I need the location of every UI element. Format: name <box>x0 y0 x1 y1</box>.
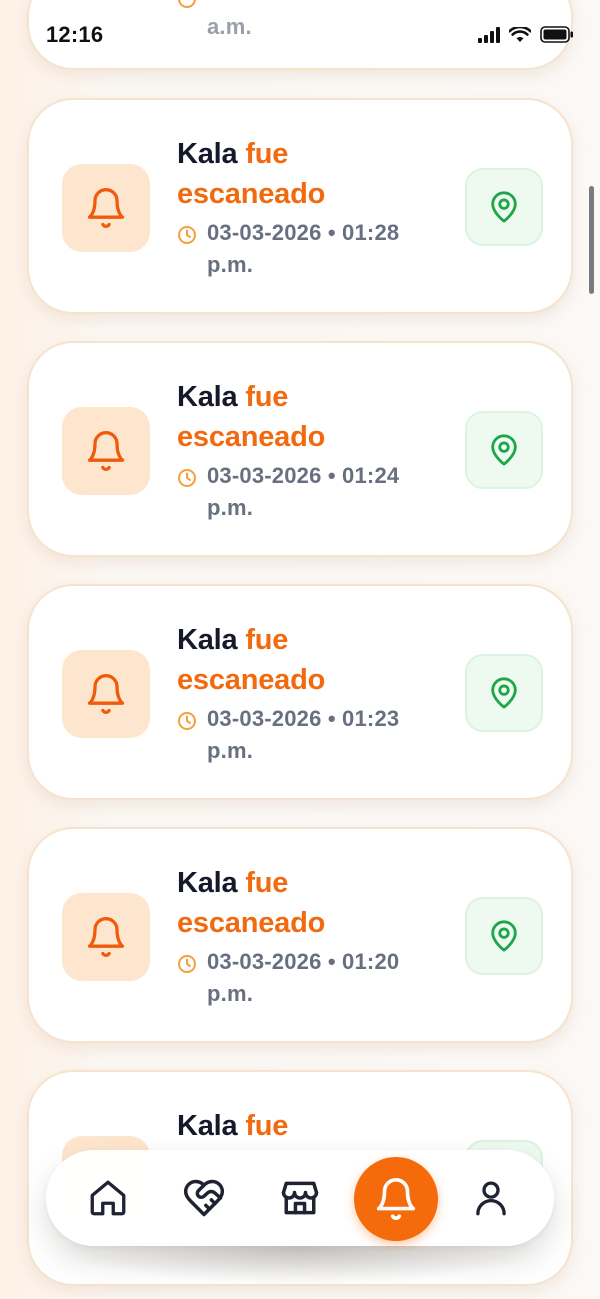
notification-verb: fue <box>245 138 289 170</box>
notification-verb: fue <box>245 1110 289 1142</box>
notification-date-time: 03-03-2026 • 01:23 <box>207 706 400 731</box>
notification-meridiem: p.m. <box>207 495 254 520</box>
nav-home[interactable] <box>73 1163 143 1233</box>
notification-icon-box <box>62 893 150 981</box>
location-button[interactable] <box>465 411 543 489</box>
wifi-icon <box>509 26 531 42</box>
notification-title: Kala fue <box>177 377 459 417</box>
scrollbar[interactable] <box>589 186 594 294</box>
notification-meridiem: p.m. <box>207 738 254 763</box>
notification-card[interactable]: Kala fue escaneado 03-03-2026 • 01:20 p.… <box>27 827 573 1043</box>
notification-verb: fue <box>245 867 289 899</box>
notification-status: escaneado <box>177 664 326 696</box>
clock-icon <box>178 712 196 730</box>
location-button[interactable] <box>465 654 543 732</box>
clock-icon <box>178 226 196 244</box>
notification-card[interactable]: Kala fue escaneado 03-03-2026 • 01:24 p.… <box>27 341 573 557</box>
notification-icon-box <box>62 407 150 495</box>
bell-icon <box>87 188 125 228</box>
notification-time-row: 03-03-2026 • 01:20 p.m. <box>177 946 459 1010</box>
user-icon <box>476 1181 506 1216</box>
bell-icon <box>376 1178 416 1220</box>
notification-meridiem: p.m. <box>207 252 254 277</box>
store-icon <box>281 1181 319 1215</box>
clock-icon <box>178 469 196 487</box>
pet-name: Kala <box>177 381 238 413</box>
status-time: 12:16 <box>46 22 104 47</box>
clock-icon <box>178 955 196 973</box>
nav-store[interactable] <box>265 1163 335 1233</box>
bell-icon <box>87 674 125 714</box>
bell-icon <box>87 917 125 957</box>
notification-title: Kala fue <box>177 620 459 660</box>
status-bar: 12:16 <box>0 0 600 72</box>
notification-verb: fue <box>245 624 289 656</box>
notification-icon-box <box>62 164 150 252</box>
pet-name: Kala <box>177 1110 238 1142</box>
pet-name: Kala <box>177 867 238 899</box>
notification-status: escaneado <box>177 421 326 453</box>
notification-date-time: 03-03-2026 • 01:24 <box>207 463 400 488</box>
location-button[interactable] <box>465 168 543 246</box>
pet-name: Kala <box>177 138 238 170</box>
notification-date-time: 03-03-2026 • 01:28 <box>207 220 400 245</box>
notification-title: Kala fue <box>177 1106 459 1146</box>
battery-icon <box>540 26 573 43</box>
nav-care[interactable] <box>169 1163 239 1233</box>
notification-meridiem: p.m. <box>207 981 254 1006</box>
notification-time-row: 03-03-2026 • 01:23 p.m. <box>177 703 459 767</box>
notification-card[interactable]: Kala fue escaneado 03-03-2026 • 01:23 p.… <box>27 584 573 800</box>
bell-icon <box>87 431 125 471</box>
notification-icon-box <box>62 650 150 738</box>
home-icon <box>90 1180 126 1216</box>
heart-handshake-icon <box>183 1179 225 1217</box>
notification-date-time: 03-03-2026 • 01:20 <box>207 949 400 974</box>
nav-profile[interactable] <box>456 1163 526 1233</box>
map-pin-icon <box>491 191 517 223</box>
signal-icon <box>478 26 500 43</box>
nav-notifications[interactable] <box>354 1157 438 1241</box>
notification-title: Kala fue <box>177 134 459 174</box>
map-pin-icon <box>491 920 517 952</box>
notification-title: Kala fue <box>177 863 459 903</box>
bottom-nav-bar <box>46 1150 554 1246</box>
status-icons <box>478 26 574 43</box>
notification-time-row: 03-03-2026 • 01:28 p.m. <box>177 217 459 281</box>
map-pin-icon <box>491 434 517 466</box>
notification-time-row: 03-03-2026 • 01:24 p.m. <box>177 460 459 524</box>
notification-status: escaneado <box>177 178 326 210</box>
notification-verb: fue <box>245 381 289 413</box>
map-pin-icon <box>491 677 517 709</box>
notification-status: escaneado <box>177 907 326 939</box>
notification-card[interactable]: Kala fue escaneado 03-03-2026 • 01:28 p.… <box>27 98 573 314</box>
pet-name: Kala <box>177 624 238 656</box>
location-button[interactable] <box>465 897 543 975</box>
